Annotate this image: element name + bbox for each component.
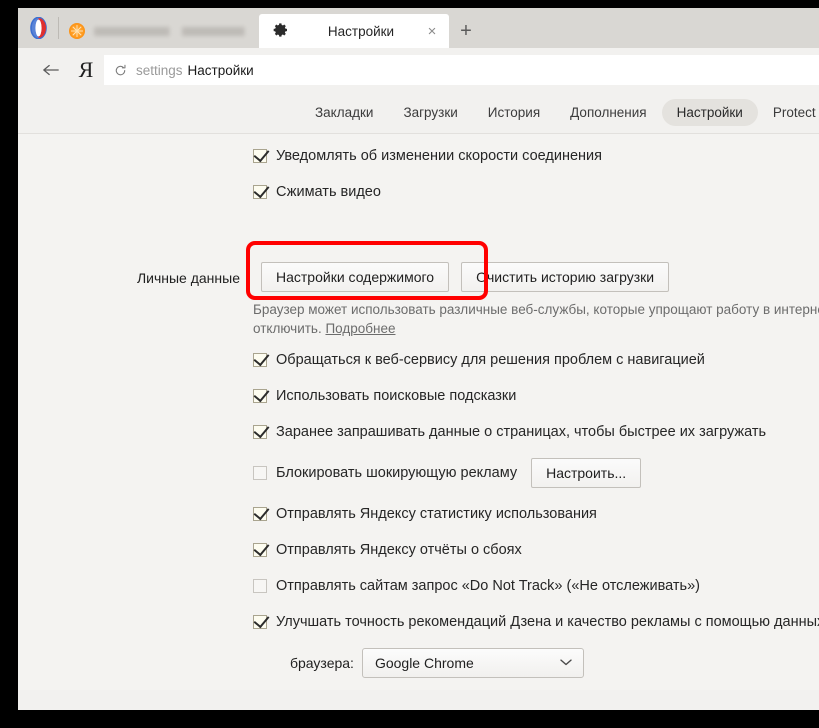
screenshot-root: Настройки × + Я settings Настройки Закла… [0, 0, 819, 728]
checkbox-row-navigation-webservice[interactable]: Обращаться к веб-сервису для решения про… [18, 350, 819, 370]
checkbox-icon[interactable] [253, 466, 267, 480]
checkbox-row-send-crash-reports[interactable]: Отправлять Яндексу отчёты о сбоях [18, 540, 819, 560]
learn-more-link[interactable]: Подробнее [325, 321, 395, 336]
nav-item-downloads[interactable]: Загрузки [388, 99, 472, 126]
nav-item-settings[interactable]: Настройки [661, 99, 758, 126]
browser-select-label: браузера: [290, 655, 354, 671]
checkbox-label: Заранее запрашивать данные о страницах, … [276, 424, 767, 440]
tab-title-blurred [94, 26, 251, 36]
checkbox-row-zen-recommendations[interactable]: Улучшать точность рекомендаций Дзена и к… [18, 612, 819, 632]
checkbox-icon[interactable] [253, 149, 267, 163]
nav-item-addons[interactable]: Дополнения [555, 99, 661, 126]
settings-content: Уведомлять об изменении скорости соедине… [18, 134, 819, 690]
checkbox-label: Отправлять сайтам запрос «Do Not Track» … [276, 578, 700, 594]
checkbox-icon[interactable] [253, 353, 267, 367]
browser-select-value: Google Chrome [374, 655, 474, 671]
browser-window: Настройки × + Я settings Настройки Закла… [18, 8, 819, 710]
url-scheme-text: settings [136, 62, 183, 78]
checkbox-label: Сжимать видео [276, 184, 381, 200]
browser-select-row: браузера: Google Chrome [18, 648, 819, 678]
address-bar: Я settings Настройки [18, 48, 819, 92]
checkbox-label: Отправлять Яндексу отчёты о сбоях [276, 542, 522, 558]
privacy-description-line1: Браузер может использовать различные веб… [253, 302, 819, 317]
checkbox-row-block-shocking-ads[interactable]: Блокировать шокирующую рекламу Настроить… [18, 458, 819, 488]
url-bar[interactable]: settings Настройки [104, 55, 819, 85]
nav-item-protect[interactable]: Protect [758, 99, 819, 126]
settings-nav: Закладки Загрузки История Дополнения Нас… [18, 92, 819, 134]
nav-item-history[interactable]: История [473, 99, 555, 126]
privacy-description-prefix: отключить. [253, 321, 322, 336]
checkbox-label: Улучшать точность рекомендаций Дзена и к… [276, 614, 819, 630]
checkbox-label: Уведомлять об изменении скорости соедине… [276, 148, 602, 164]
personal-data-label: Личные данные [136, 270, 240, 286]
checkbox-row-notify-speed[interactable]: Уведомлять об изменении скорости соедине… [18, 146, 819, 166]
tab-background[interactable] [59, 14, 259, 48]
arrow-left-icon[interactable] [34, 53, 68, 87]
personal-data-buttons: Настройки содержимого Очистить историю з… [261, 262, 670, 292]
checkbox-icon[interactable] [253, 389, 267, 403]
tab-settings[interactable]: Настройки × [259, 14, 449, 48]
opera-logo-icon[interactable] [18, 8, 58, 48]
privacy-description: Браузер может использовать различные веб… [18, 300, 819, 338]
configure-ads-button[interactable]: Настроить... [531, 458, 642, 488]
url-page-text: Настройки [187, 62, 254, 78]
checkbox-row-prefetch-pages[interactable]: Заранее запрашивать данные о страницах, … [18, 422, 819, 442]
checkbox-icon[interactable] [253, 425, 267, 439]
checkbox-label: Обращаться к веб-сервису для решения про… [276, 352, 705, 368]
gear-icon [273, 22, 289, 41]
checkbox-icon[interactable] [253, 615, 267, 629]
checkbox-icon[interactable] [253, 579, 267, 593]
checkbox-row-send-usage-stats[interactable]: Отправлять Яндексу статистику использова… [18, 504, 819, 524]
orange-circle-icon [69, 23, 85, 39]
reload-icon[interactable] [114, 64, 127, 77]
browser-select[interactable]: Google Chrome [361, 648, 584, 678]
close-icon[interactable]: × [423, 22, 441, 40]
tab-strip: Настройки × + [18, 8, 819, 48]
checkbox-row-do-not-track[interactable]: Отправлять сайтам запрос «Do Not Track» … [18, 576, 819, 596]
checkbox-row-search-suggestions[interactable]: Использовать поисковые подсказки [18, 386, 819, 406]
privacy-description-line2: отключить. Подробнее [253, 319, 819, 338]
chevron-down-icon [560, 655, 572, 669]
checkbox-icon[interactable] [253, 185, 267, 199]
new-tab-button[interactable]: + [449, 14, 483, 48]
checkbox-label: Блокировать шокирующую рекламу [276, 465, 518, 481]
checkbox-label: Использовать поисковые подсказки [276, 388, 517, 404]
content-settings-button[interactable]: Настройки содержимого [261, 262, 450, 292]
checkbox-label: Отправлять Яндексу статистику использова… [276, 506, 597, 522]
checkbox-row-compress-video[interactable]: Сжимать видео [18, 182, 819, 202]
checkbox-icon[interactable] [253, 543, 267, 557]
yandex-logo[interactable]: Я [68, 53, 104, 87]
clear-download-history-button[interactable]: Очистить историю загрузки [461, 262, 670, 292]
nav-item-bookmarks[interactable]: Закладки [300, 99, 388, 126]
tab-title: Настройки [327, 23, 395, 39]
personal-data-row: Личные данные Настройки содержимого Очис… [18, 241, 819, 300]
checkbox-icon[interactable] [253, 507, 267, 521]
